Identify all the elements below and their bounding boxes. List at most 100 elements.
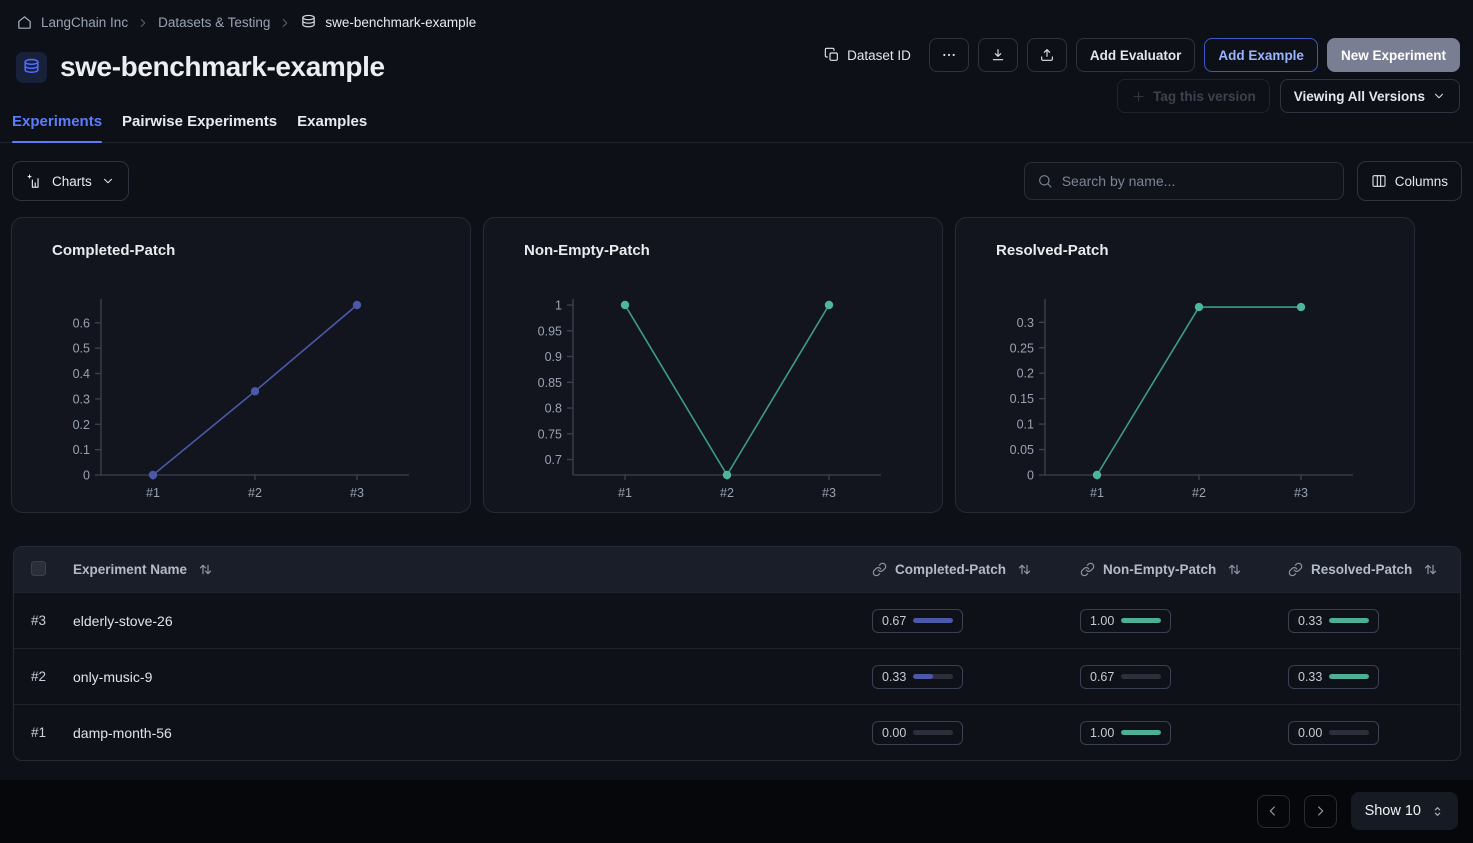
up-down-chevron-icon [1431, 804, 1444, 819]
svg-text:0.75: 0.75 [538, 427, 562, 441]
search-input[interactable] [1062, 173, 1331, 189]
table-row[interactable]: #1 damp-month-56 0.00 1.00 0.00 [14, 704, 1460, 760]
columns-button[interactable]: Columns [1357, 161, 1462, 201]
metric-bar [1121, 618, 1161, 623]
chevron-right-icon [1312, 803, 1328, 819]
column-header-completed-patch[interactable]: Completed-Patch [836, 562, 1044, 577]
copy-icon [824, 47, 840, 63]
experiment-name[interactable]: only-music-9 [58, 669, 836, 685]
metric-bar [913, 730, 953, 735]
sort-icon[interactable] [1422, 562, 1439, 577]
svg-text:0: 0 [83, 469, 90, 483]
select-all-checkbox[interactable] [31, 561, 46, 576]
experiment-name[interactable]: damp-month-56 [58, 725, 836, 741]
download-button[interactable] [978, 38, 1018, 72]
search-box[interactable] [1024, 162, 1344, 200]
svg-text:0.25: 0.25 [1010, 341, 1034, 355]
upload-button[interactable] [1027, 38, 1067, 72]
columns-icon [1371, 173, 1387, 189]
metric-pill[interactable]: 0.67 [872, 609, 963, 633]
home-icon[interactable] [16, 14, 33, 31]
metric-bar [913, 618, 953, 623]
svg-text:#1: #1 [618, 486, 632, 500]
experiment-name[interactable]: elderly-stove-26 [58, 613, 836, 629]
sort-icon[interactable] [1226, 562, 1243, 577]
svg-text:0.1: 0.1 [1017, 418, 1034, 432]
chart-title: Completed-Patch [12, 218, 470, 259]
table-header: Experiment Name Completed-Patch Non-Empt… [14, 547, 1460, 592]
column-header-resolved-patch[interactable]: Resolved-Patch [1252, 562, 1460, 577]
metric-pill[interactable]: 0.33 [872, 665, 963, 689]
chevron-down-icon [101, 174, 115, 188]
tab-pairwise-experiments[interactable]: Pairwise Experiments [122, 107, 277, 142]
table-row[interactable]: #2 only-music-9 0.33 0.67 0.33 [14, 648, 1460, 704]
metric-pill[interactable]: 0.33 [1288, 665, 1379, 689]
prev-page-button[interactable] [1257, 795, 1290, 828]
metric-pill[interactable]: 0.33 [1288, 609, 1379, 633]
experiment-index: #1 [14, 725, 58, 740]
metric-bar [1329, 618, 1369, 623]
svg-text:0.6: 0.6 [73, 316, 90, 330]
svg-text:0.05: 0.05 [1010, 443, 1034, 457]
svg-text:0.5: 0.5 [73, 342, 90, 356]
svg-text:0.2: 0.2 [1017, 367, 1034, 381]
tab-experiments[interactable]: Experiments [12, 107, 102, 142]
svg-text:0.3: 0.3 [73, 392, 90, 406]
metric-pill[interactable]: 1.00 [1080, 721, 1171, 745]
sort-icon[interactable] [197, 562, 214, 577]
svg-text:#2: #2 [248, 486, 262, 500]
add-evaluator-button[interactable]: Add Evaluator [1076, 38, 1196, 72]
breadcrumb: LangChain Inc Datasets & Testing swe-ben… [0, 0, 1473, 31]
sort-icon[interactable] [1016, 562, 1033, 577]
svg-text:#2: #2 [1192, 486, 1206, 500]
column-header-experiment-name[interactable]: Experiment Name [58, 562, 836, 577]
metric-bar [1329, 674, 1369, 679]
svg-text:1: 1 [555, 299, 562, 313]
charts-dropdown-button[interactable]: Charts [12, 161, 129, 201]
metric-pill[interactable]: 0.00 [872, 721, 963, 745]
plus-icon [1131, 89, 1146, 104]
chart-card-resolved-patch: Resolved-Patch 0.30.250.20.150.10.050#1#… [955, 217, 1415, 513]
new-experiment-button[interactable]: New Experiment [1327, 38, 1460, 72]
svg-text:0.9: 0.9 [545, 350, 562, 364]
breadcrumb-org[interactable]: LangChain Inc [41, 15, 128, 30]
chart-card-completed-patch: Completed-Patch 0.6 0.5 0.4 0.3 0.2 0.1 0 #1 #2 #… [11, 217, 471, 513]
experiment-index: #2 [14, 669, 58, 684]
ellipsis-icon [941, 47, 957, 63]
line-chart-resolved-patch: 0.30.250.20.150.10.050#1#2#3 [956, 289, 1416, 525]
link-icon [1288, 562, 1303, 577]
more-options-button[interactable] [929, 38, 969, 72]
svg-text:0.4: 0.4 [73, 367, 90, 381]
page-size-select[interactable]: Show 10 [1351, 792, 1458, 830]
svg-text:0.1: 0.1 [73, 443, 90, 457]
svg-text:#3: #3 [350, 486, 364, 500]
svg-text:#3: #3 [1294, 486, 1308, 500]
search-icon [1037, 173, 1053, 189]
svg-text:0.8: 0.8 [545, 402, 562, 416]
svg-text:0.3: 0.3 [1017, 316, 1034, 330]
metric-pill[interactable]: 0.67 [1080, 665, 1171, 689]
upload-icon [1039, 47, 1055, 63]
svg-text:0.95: 0.95 [538, 324, 562, 338]
next-page-button[interactable] [1304, 795, 1337, 828]
download-icon [990, 47, 1006, 63]
column-header-non-empty-patch[interactable]: Non-Empty-Patch [1044, 562, 1252, 577]
dataset-icon [16, 52, 47, 83]
add-example-button[interactable]: Add Example [1204, 38, 1318, 72]
table-row[interactable]: #3 elderly-stove-26 0.67 1.00 0.33 [14, 592, 1460, 648]
breadcrumb-datasets[interactable]: Datasets & Testing [158, 15, 270, 30]
svg-text:0.2: 0.2 [73, 418, 90, 432]
metric-pill[interactable]: 0.00 [1288, 721, 1379, 745]
metric-pill[interactable]: 1.00 [1080, 609, 1171, 633]
charts-icon [26, 173, 43, 190]
dataset-id-button[interactable]: Dataset ID [815, 38, 920, 72]
viewing-versions-dropdown[interactable]: Viewing All Versions [1280, 79, 1460, 113]
tab-examples[interactable]: Examples [297, 107, 367, 142]
tag-version-button: Tag this version [1117, 79, 1270, 113]
svg-text:#1: #1 [146, 486, 160, 500]
chevron-right-icon [136, 16, 150, 30]
charts-section: Completed-Patch 0.6 0.5 0.4 0.3 0.2 0.1 0 #1 #2 #… [0, 201, 1473, 513]
line-chart-non-empty-patch: 10.950.90.850.80.750.7#1#2#3 [484, 289, 944, 525]
svg-text:0.7: 0.7 [545, 453, 562, 467]
chart-card-non-empty-patch: Non-Empty-Patch 10.950.90.850.80.750.7#1… [483, 217, 943, 513]
